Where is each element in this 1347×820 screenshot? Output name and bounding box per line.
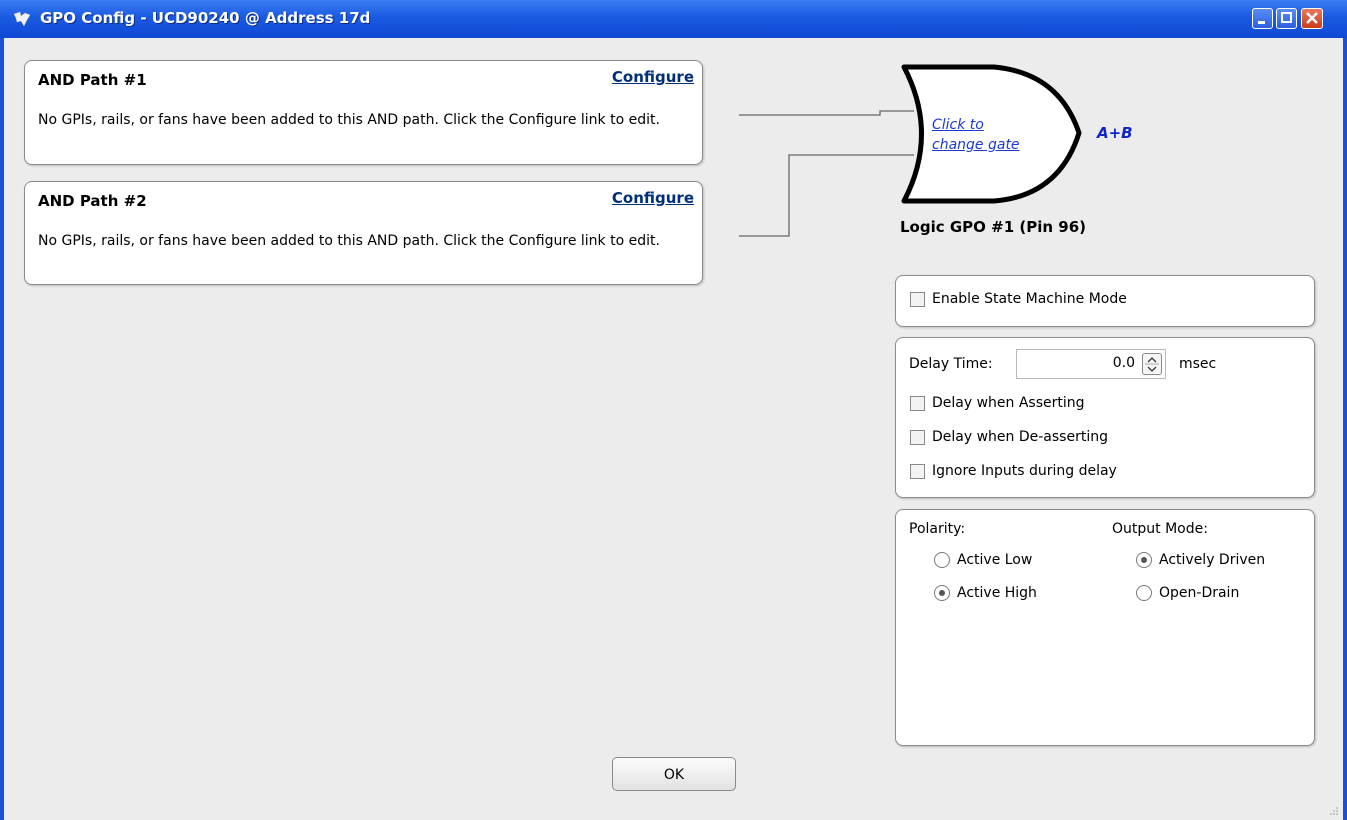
actively-driven-radio[interactable]: Actively Driven <box>1136 552 1265 568</box>
open-drain-radio[interactable]: Open-Drain <box>1136 585 1239 601</box>
logic-gpo-label: Logic GPO #1 (Pin 96) <box>900 218 1086 236</box>
checkbox-label: Enable State Machine Mode <box>932 291 1127 307</box>
delay-deasserting-checkbox[interactable]: Delay when De-asserting <box>910 429 1108 445</box>
output-mode-label: Output Mode: <box>1112 521 1208 537</box>
delay-time-value[interactable]: 0.0 <box>1113 355 1135 371</box>
radio-circle[interactable] <box>934 552 950 568</box>
spin-up-down-icon <box>1145 357 1159 372</box>
active-low-radio[interactable]: Active Low <box>934 552 1032 568</box>
active-high-radio[interactable]: Active High <box>934 585 1037 601</box>
ti-logo-icon <box>13 11 31 27</box>
delay-time-spinner[interactable]: 0.0 <box>1016 349 1166 379</box>
change-gate-link-line1[interactable]: Click to <box>932 116 984 135</box>
radio-circle[interactable] <box>934 585 950 601</box>
polarity-label: Polarity: <box>909 521 966 537</box>
maximize-button[interactable] <box>1276 8 1297 29</box>
close-button[interactable] <box>1301 8 1323 29</box>
maximize-icon <box>1281 12 1292 23</box>
dialog-client-area: AND Path #1 Configure No GPIs, rails, or… <box>4 38 1343 820</box>
delay-asserting-checkbox[interactable]: Delay when Asserting <box>910 395 1085 411</box>
delay-time-label: Delay Time: <box>909 356 993 372</box>
polarity-output-panel: Polarity: Output Mode: Active Low Active… <box>895 509 1315 746</box>
or-gate-icon <box>901 64 1082 204</box>
close-icon <box>1306 12 1318 24</box>
checkbox-box[interactable] <box>910 291 925 307</box>
radio-circle[interactable] <box>1136 585 1152 601</box>
gpo-config-window: GPO Config - UCD90240 @ Address 17d AND … <box>0 0 1347 820</box>
checkbox-box[interactable] <box>910 463 925 479</box>
wire-input-a <box>739 110 914 116</box>
checkbox-label: Delay when Asserting <box>932 395 1085 411</box>
radio-circle[interactable] <box>1136 552 1152 568</box>
checkbox-box[interactable] <box>910 429 925 445</box>
ignore-inputs-checkbox[interactable]: Ignore Inputs during delay <box>910 463 1117 479</box>
radio-label: Active High <box>957 585 1037 601</box>
checkbox-box[interactable] <box>910 395 925 411</box>
delay-unit: msec <box>1179 356 1217 372</box>
checkbox-label: Delay when De-asserting <box>932 429 1108 445</box>
gate-expression: A+B <box>1097 124 1133 142</box>
state-machine-panel: Enable State Machine Mode <box>895 275 1315 327</box>
spinner-buttons[interactable] <box>1142 353 1162 375</box>
radio-label: Actively Driven <box>1159 552 1266 568</box>
resize-grip-icon[interactable] <box>1329 806 1339 816</box>
wire-input-b <box>739 154 914 237</box>
minimize-button[interactable] <box>1252 8 1273 29</box>
window-title: GPO Config - UCD90240 @ Address 17d <box>40 9 371 27</box>
change-gate-link-line2[interactable]: change gate <box>932 136 1020 155</box>
title-bar[interactable]: GPO Config - UCD90240 @ Address 17d <box>0 0 1347 38</box>
enable-state-machine-checkbox[interactable]: Enable State Machine Mode <box>910 291 1127 307</box>
gate-diagram <box>739 64 1082 237</box>
delay-panel: Delay Time: 0.0 msec Delay when Assertin… <box>895 337 1315 498</box>
ok-button[interactable]: OK <box>612 757 736 791</box>
radio-label: Active Low <box>957 552 1033 568</box>
radio-label: Open-Drain <box>1159 585 1240 601</box>
minimize-icon <box>1258 21 1265 24</box>
checkbox-label: Ignore Inputs during delay <box>932 463 1117 479</box>
